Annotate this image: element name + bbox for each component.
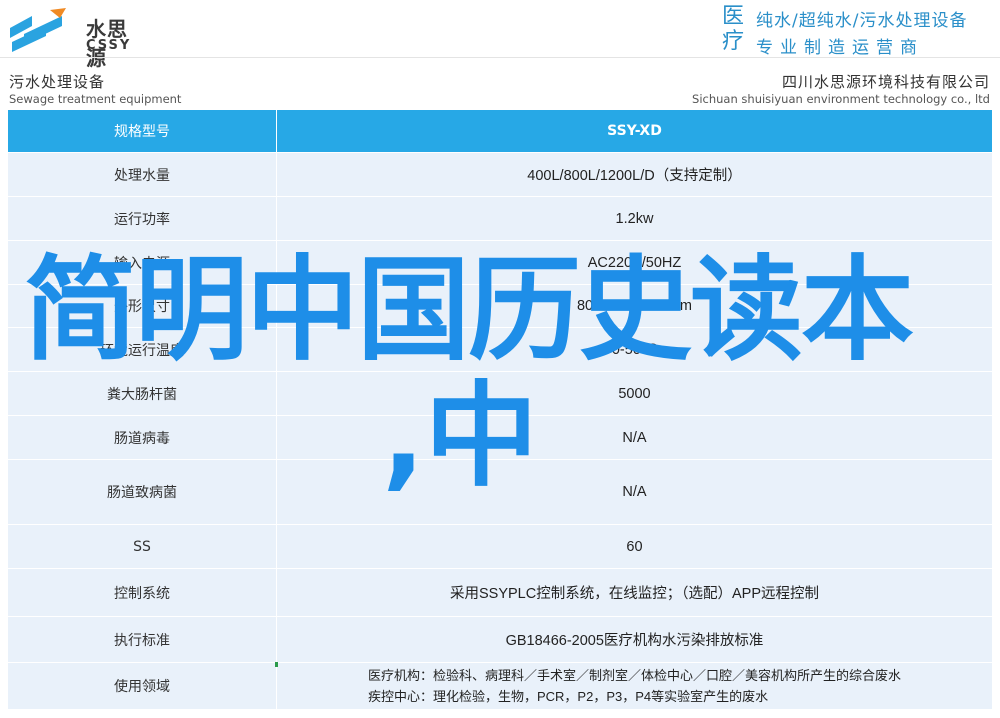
usage-line-1: 医疗机构：检验科、病理科／手术室／制剂室／体检中心／口腔／美容机构所产生的综合废…	[367, 668, 901, 683]
table-row: 控制系统 采用SSYPLC控制系统，在线监控；（选配）APP远程控制	[8, 569, 992, 617]
table-row: 环境运行温度 0-50℃	[8, 328, 992, 372]
table-row: SS 60	[8, 525, 992, 569]
row-value: N/A	[622, 429, 647, 446]
usage-medical: 医疗机构：检验科、病理科／手术室／制剂室／体检中心／口腔／美容机构所产生的综合废…	[368, 665, 901, 707]
row-value: 800*460*1140mm	[576, 298, 692, 314]
usage-line-2: 疾控中心：理化检验，生物，PCR，P2，P3，P4等实验室产生的废水	[367, 689, 769, 704]
row-value: 1.2kw	[615, 210, 654, 227]
row-label: 环境运行温度	[8, 328, 277, 371]
row-value: AC220V/50HZ	[587, 254, 682, 271]
row-label: SS	[8, 525, 277, 568]
row-label: 运行功率	[8, 197, 277, 240]
row-label: 外形尺寸	[8, 285, 277, 327]
table-row: 处理水量 400L/800L/1200L/D（支持定制）	[8, 153, 992, 197]
row-value: 0-50℃	[611, 341, 658, 358]
header-label: 规格型号	[8, 110, 277, 152]
table-header-row: 规格型号 SSY-XD	[8, 110, 992, 153]
category-title-cn: 污水处理设备	[9, 73, 106, 91]
table-row: 使用领域 医疗机构：检验科、病理科／手术室／制剂室／体检中心／口腔／美容机构所产…	[8, 663, 992, 710]
slogan-medical: 医疗	[722, 4, 745, 54]
row-value-multiline: 医疗机构：检验科、病理科／手术室／制剂室／体检中心／口腔／美容机构所产生的综合废…	[277, 663, 992, 709]
table-row: 肠道致病菌 N/A	[8, 460, 992, 525]
row-value: GB18466-2005医疗机构水污染排放标准	[505, 633, 764, 649]
product-category: 污水处理设备 Sewage treatment equipment	[9, 73, 181, 107]
row-value: 采用SSYPLC控制系统，在线监控；（选配）APP远程控制	[450, 586, 819, 602]
company-name-en: Sichuan shuisiyuan environment technolog…	[692, 92, 990, 106]
slogan: 医疗 纯水/超纯水/污水处理设备 专业制造运营商	[722, 4, 994, 58]
row-label: 使用领域	[8, 663, 277, 709]
green-tick-mark	[275, 662, 278, 667]
table-row: 肠道病毒 N/A	[8, 416, 992, 460]
table-row: 输入电源 AC220V/50HZ	[8, 241, 992, 285]
row-value: N/A	[622, 484, 647, 500]
table-row: 执行标准 GB18466-2005医疗机构水污染排放标准	[8, 617, 992, 663]
row-label: 输入电源	[8, 241, 277, 284]
table-row: 粪大肠杆菌 5000	[8, 372, 992, 416]
divider	[0, 57, 1000, 58]
company-name-cn: 四川水思源环境科技有限公司	[781, 73, 990, 91]
logo-text-en: CSSY	[86, 38, 132, 53]
row-label: 肠道致病菌	[8, 460, 277, 524]
row-label: 粪大肠杆菌	[8, 372, 277, 415]
company-name: 四川水思源环境科技有限公司 Sichuan shuisiyuan environ…	[692, 73, 990, 107]
logo-mark-icon	[10, 8, 66, 52]
category-title-en: Sewage treatment equipment	[9, 92, 182, 106]
slogan-line-1: 纯水/超纯水/污水处理设备	[756, 11, 968, 31]
slogan-line-2: 专业制造运营商	[756, 38, 924, 58]
row-label: 肠道病毒	[8, 416, 277, 459]
row-label: 执行标准	[8, 617, 277, 662]
row-label: 处理水量	[8, 153, 277, 196]
row-label: 控制系统	[8, 569, 277, 616]
table-row: 外形尺寸 800*460*1140mm	[8, 285, 992, 328]
row-value: 400L/800L/1200L/D（支持定制）	[527, 168, 742, 184]
table-row: 运行功率 1.2kw	[8, 197, 992, 241]
top-banner: 水思源 CSSY 医疗 纯水/超纯水/污水处理设备 专业制造运营商	[0, 0, 1000, 70]
spec-table: 规格型号 SSY-XD 处理水量 400L/800L/1200L/D（支持定制）…	[8, 110, 992, 710]
row-value: 5000	[618, 385, 651, 402]
header-model: SSY-XD	[607, 123, 662, 139]
company-logo[interactable]: 水思源 CSSY	[6, 5, 146, 70]
row-value: 60	[626, 538, 643, 555]
